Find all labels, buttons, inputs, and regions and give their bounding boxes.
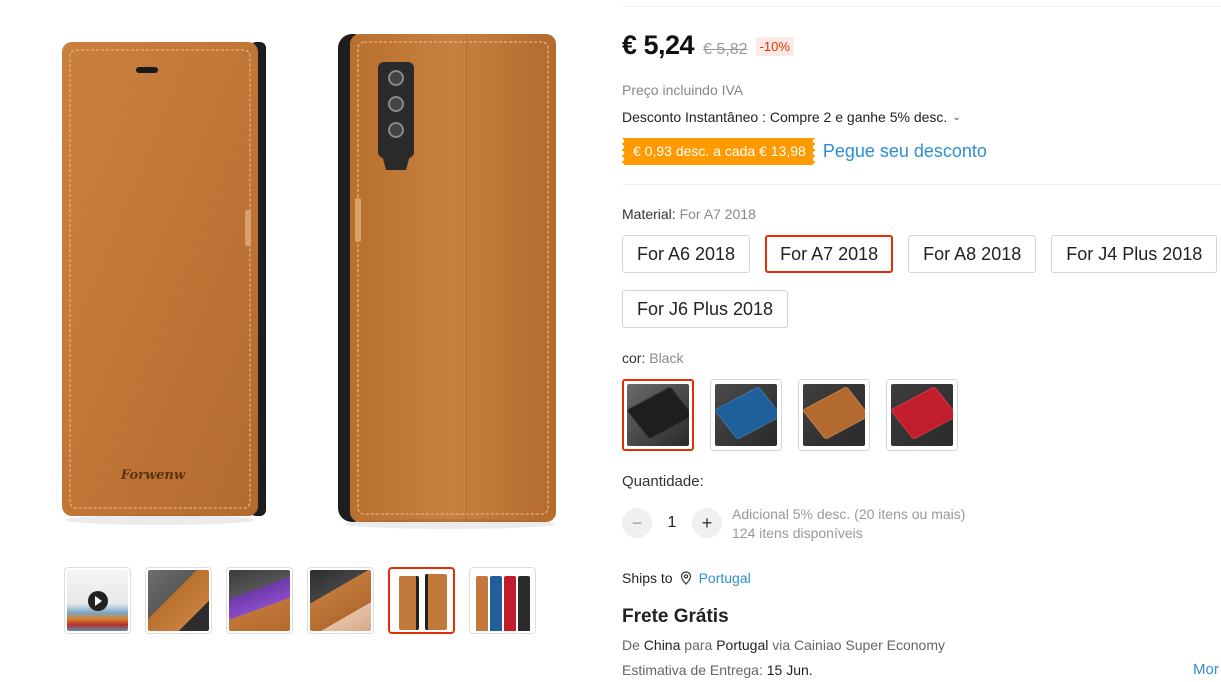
material-selected-value: For A7 2018 <box>679 206 756 222</box>
stock-available: 124 itens disponíveis <box>732 525 863 541</box>
divider <box>622 6 1221 7</box>
ships-to-country-link[interactable]: Portugal <box>699 570 751 586</box>
discount-badge: -10% <box>755 37 794 56</box>
shipping-route: De China para Portugal via Cainiao Super… <box>622 637 945 653</box>
get-coupon-link[interactable]: Pegue seu desconto <box>823 141 987 162</box>
more-shipping-options-link[interactable]: Mor <box>1193 661 1219 678</box>
delivery-prefix: Estimativa de Entrega: <box>622 662 767 678</box>
color-options <box>622 379 1221 451</box>
quantity-value[interactable]: 1 <box>652 514 692 532</box>
instant-discount-text: Desconto Instantâneo : Compre 2 e ganhe … <box>622 109 948 125</box>
route-from: China <box>643 637 681 653</box>
delivery-date: 15 Jun. <box>766 662 813 678</box>
thumb-hand-case[interactable] <box>307 567 374 634</box>
color-swatch-blue[interactable] <box>710 379 782 451</box>
quantity-minus-button[interactable]: − <box>622 508 652 538</box>
chevron-down-icon: ⌄ <box>952 111 961 123</box>
product-info-panel: € 5,24 € 5,82 -10% Preço incluindo IVA D… <box>622 0 1221 682</box>
original-price: € 5,82 <box>703 41 748 58</box>
front-case: Forwenw <box>62 42 266 525</box>
color-label: cor: Black <box>622 350 683 366</box>
material-options: For A6 2018 For A7 2018 For A8 2018 For J4 … <box>622 235 1221 328</box>
brand-logo: Forwenw <box>120 468 186 483</box>
material-label: Material: For A7 2018 <box>622 206 756 222</box>
delivery-estimate: Estimativa de Entrega: 15 Jun. <box>622 662 813 678</box>
material-option[interactable]: For J4 Plus 2018 <box>1051 235 1218 273</box>
thumb-open-case[interactable] <box>145 567 212 634</box>
color-selected-value: Black <box>649 350 684 366</box>
route-to: Portugal <box>716 637 769 653</box>
material-option[interactable]: For A7 2018 <box>765 235 894 273</box>
color-label-text: cor: <box>622 350 650 366</box>
ships-to-row: Ships to Portugal <box>622 570 751 586</box>
color-swatch-black[interactable] <box>622 379 694 451</box>
quantity-plus-button[interactable]: + <box>692 508 722 538</box>
route-mid: para <box>680 637 717 653</box>
coupon-row: € 0,93 desc. a cada € 13,98 Pegue seu de… <box>622 138 987 165</box>
shipping-title: Frete Grátis <box>622 606 729 627</box>
bulk-discount-note: Adicional 5% desc. (20 itens ou mais) <box>732 506 966 522</box>
thumbnail-strip <box>64 567 536 634</box>
location-pin-icon <box>680 571 691 585</box>
play-icon[interactable] <box>87 590 108 611</box>
thumb-colors[interactable] <box>469 567 536 634</box>
instant-discount-dropdown[interactable]: Desconto Instantâneo : Compre 2 e ganhe … <box>622 109 961 125</box>
route-via: via Cainiao Super Economy <box>768 637 946 653</box>
divider <box>622 184 1221 185</box>
thumb-stand-case[interactable] <box>226 567 293 634</box>
back-case <box>338 34 556 529</box>
vat-note: Preço incluindo IVA <box>622 82 744 98</box>
current-price: € 5,24 <box>622 30 695 60</box>
ships-to-label: Ships to <box>622 570 673 586</box>
quantity-info: Adicional 5% desc. (20 itens ou mais) 12… <box>732 505 965 543</box>
color-swatch-brown[interactable] <box>798 379 870 451</box>
coupon-tag: € 0,93 desc. a cada € 13,98 <box>622 138 815 165</box>
quantity-label: Quantidade: <box>622 473 704 490</box>
material-label-text: Material: <box>622 206 680 222</box>
main-product-image[interactable]: Forwenw <box>40 20 580 545</box>
route-prefix: De <box>622 637 644 653</box>
thumb-front-back[interactable] <box>388 567 455 634</box>
color-swatch-red[interactable] <box>886 379 958 451</box>
quantity-stepper: − 1 + <box>622 508 722 538</box>
material-option[interactable]: For A8 2018 <box>908 235 1037 273</box>
price-row: € 5,24 € 5,82 -10% <box>622 30 794 61</box>
video-thumb[interactable] <box>64 567 131 634</box>
material-option[interactable]: For J6 Plus 2018 <box>622 290 789 328</box>
material-option[interactable]: For A6 2018 <box>622 235 751 273</box>
